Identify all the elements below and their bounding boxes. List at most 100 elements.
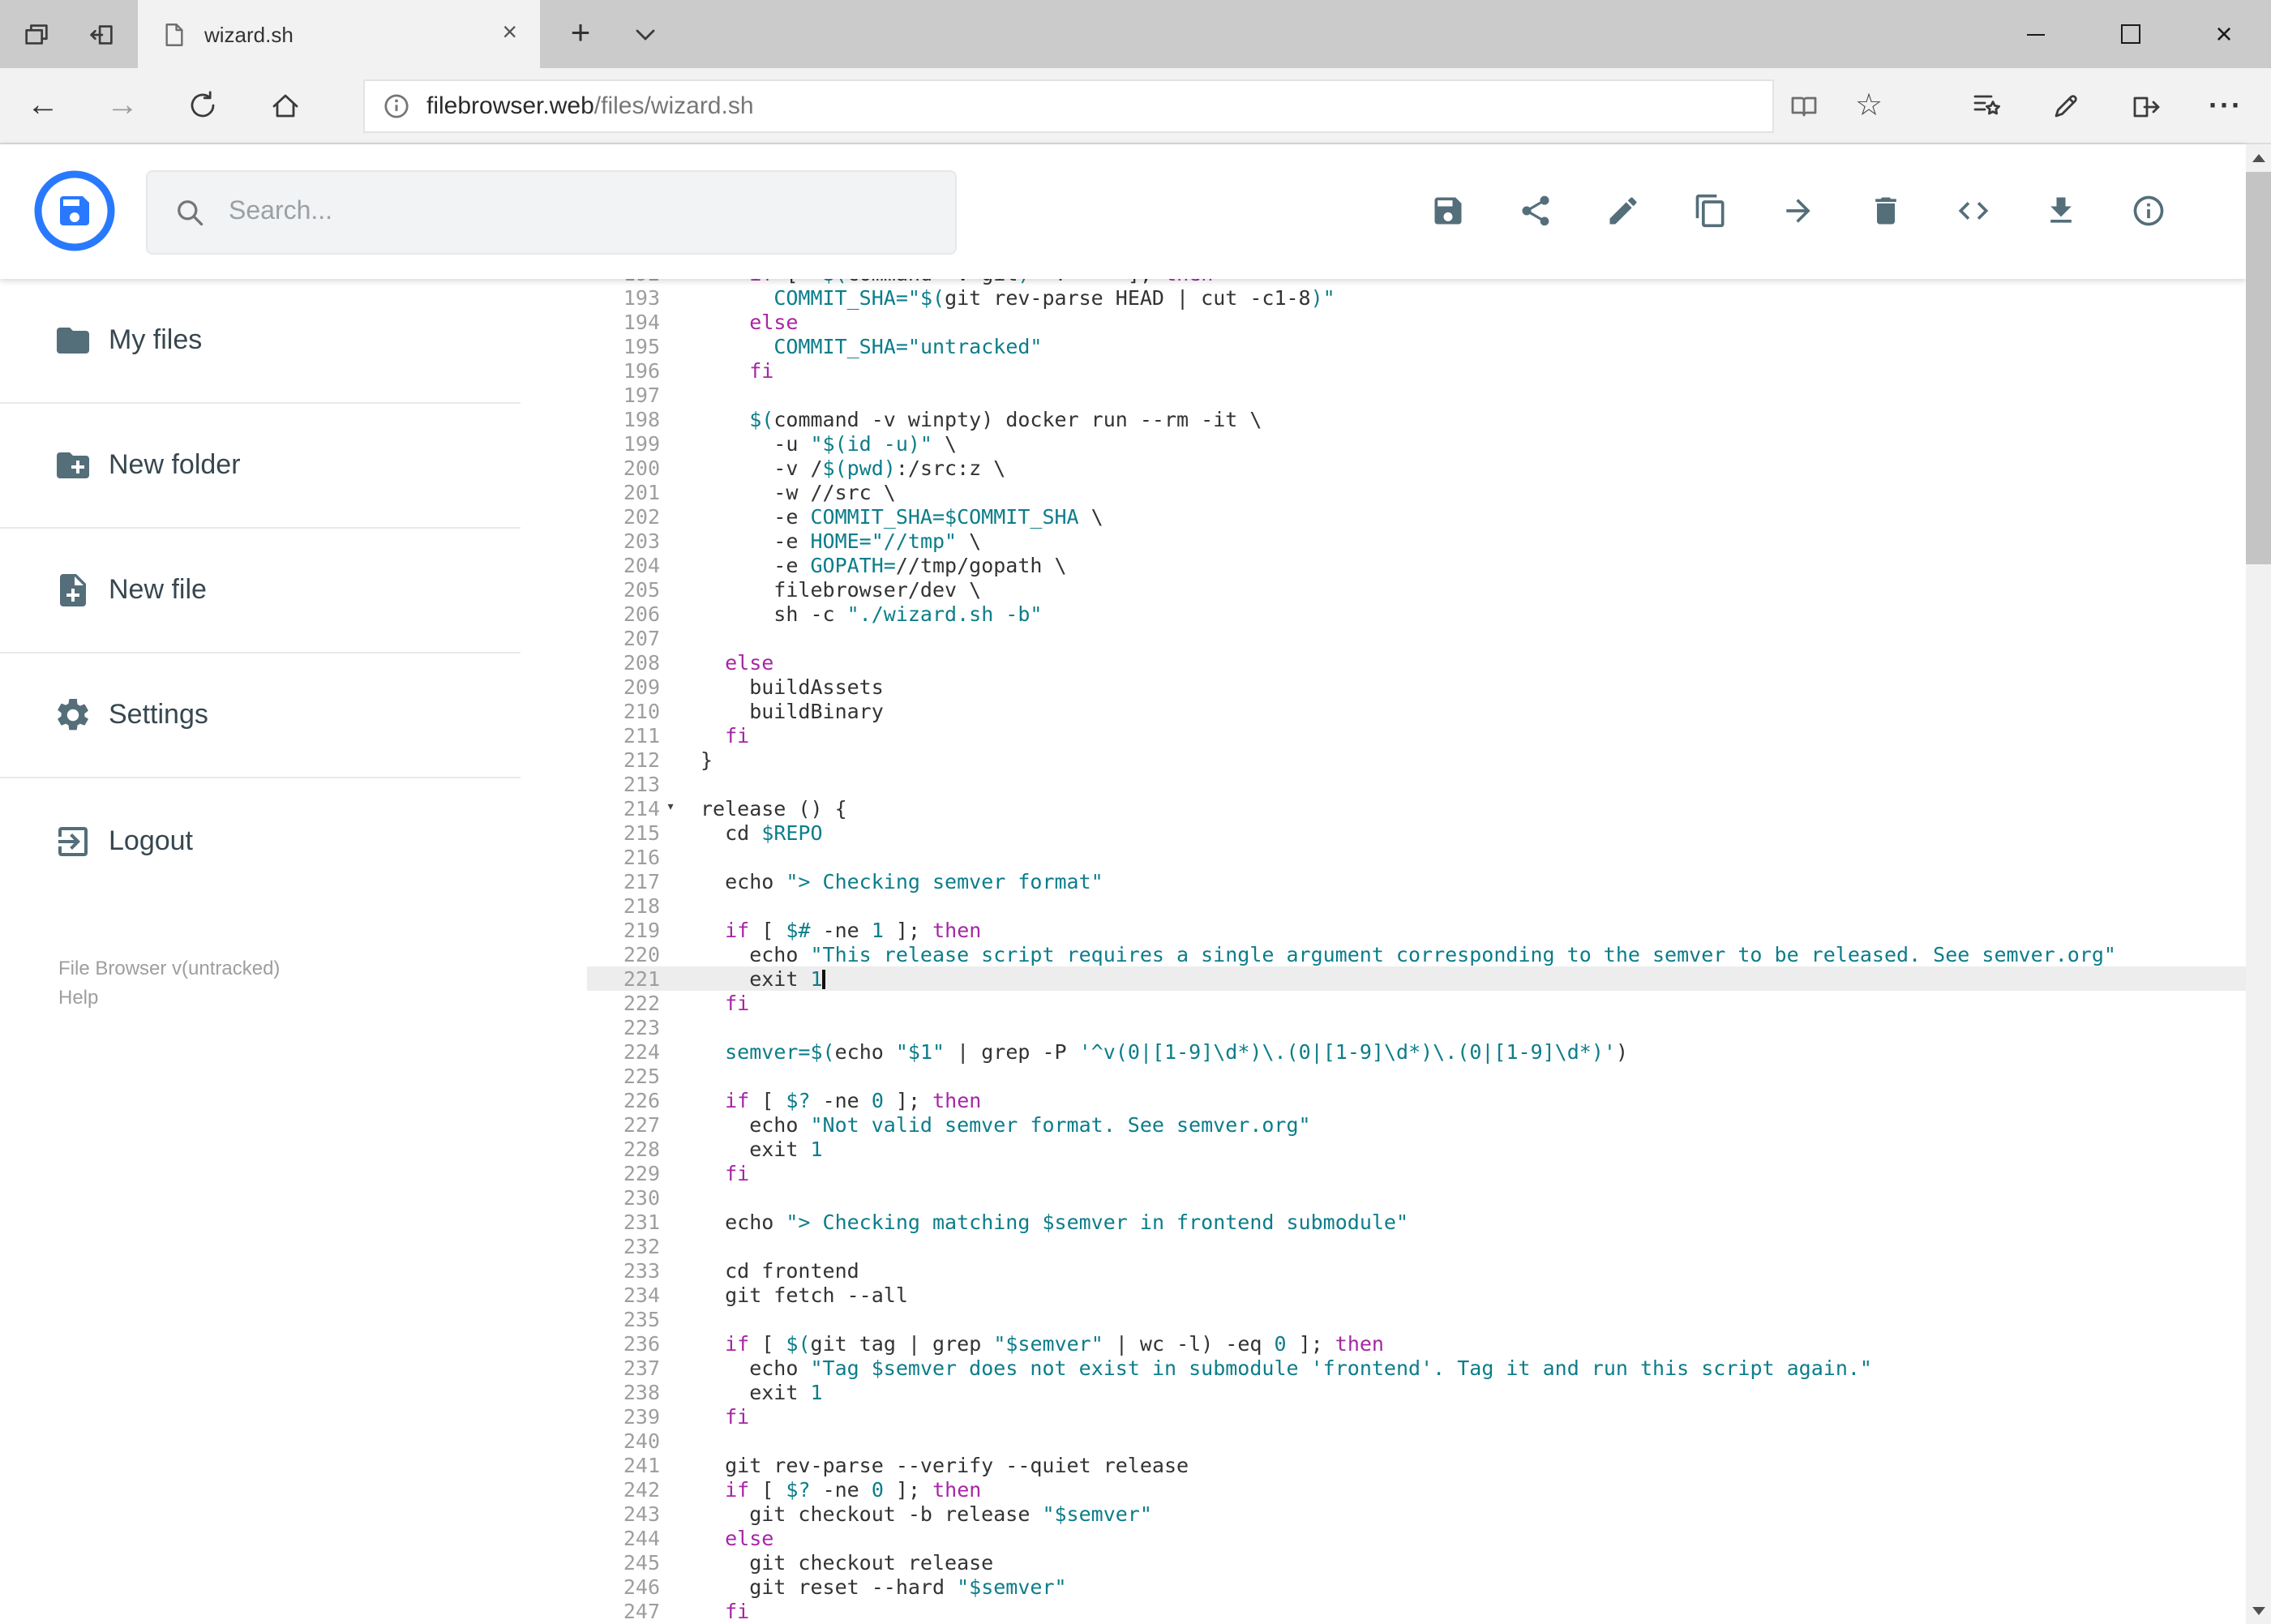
code-line-206[interactable]: 206 sh -c "./wizard.sh -b"	[587, 602, 2245, 626]
code-line-246[interactable]: 246 git reset --hard "$semver"	[587, 1575, 2245, 1599]
code-line-238[interactable]: 238 exit 1	[587, 1380, 2245, 1404]
browser-tab[interactable]: wizard.sh ×	[138, 0, 540, 68]
scroll-up-button[interactable]	[2245, 144, 2271, 172]
code-line-228[interactable]: 228 exit 1	[587, 1137, 2245, 1161]
code-line-212[interactable]: 212}	[587, 748, 2245, 772]
tabs-set-aside-button[interactable]	[6, 0, 65, 68]
code-line-218[interactable]: 218	[587, 893, 2245, 918]
code-line-242[interactable]: 242 if [ $? -ne 0 ]; then	[587, 1477, 2245, 1502]
search-input[interactable]: Search...	[146, 170, 957, 255]
code-line-196[interactable]: 196 fi	[587, 358, 2245, 383]
code-line-243[interactable]: 243 git checkout -b release "$semver"	[587, 1502, 2245, 1526]
code-line-213[interactable]: 213	[587, 772, 2245, 796]
filebrowser-logo[interactable]	[32, 169, 117, 253]
code-line-217[interactable]: 217 echo "> Checking semver format"	[587, 869, 2245, 893]
copy-button[interactable]	[1666, 165, 1754, 256]
home-button[interactable]	[246, 68, 323, 143]
help-link[interactable]: Help	[58, 983, 280, 1012]
code-line-231[interactable]: 231 echo "> Checking matching $semver in…	[587, 1210, 2245, 1234]
code-line-223[interactable]: 223	[587, 1015, 2245, 1039]
back-button[interactable]: ←	[5, 68, 81, 143]
sidebar-item-settings[interactable]: Settings	[0, 653, 521, 778]
code-line-215[interactable]: 215 cd $REPO	[587, 821, 2245, 845]
more-options-button[interactable]: ···	[2187, 68, 2264, 143]
code-line-204[interactable]: 204 -e GOPATH=//tmp/gopath \	[587, 553, 2245, 577]
close-window-button[interactable]: ×	[2177, 0, 2271, 68]
code-line-229[interactable]: 229 fi	[587, 1161, 2245, 1185]
code-line-193[interactable]: 193 COMMIT_SHA="$(git rev-parse HEAD | c…	[587, 285, 2245, 310]
code-view-button[interactable]	[1929, 165, 2016, 256]
code-line-222[interactable]: 222 fi	[587, 991, 2245, 1015]
code-line-219[interactable]: 219 if [ $# -ne 1 ]; then	[587, 918, 2245, 942]
code-line-226[interactable]: 226 if [ $? -ne 0 ]; then	[587, 1088, 2245, 1112]
download-button[interactable]	[2016, 165, 2104, 256]
minimize-button[interactable]	[1989, 0, 2083, 68]
code-line-200[interactable]: 200 -v /$(pwd):/src:z \	[587, 456, 2245, 480]
maximize-button[interactable]	[2083, 0, 2177, 68]
code-line-227[interactable]: 227 echo "Not valid semver format. See s…	[587, 1112, 2245, 1137]
sidebar-item-my-files[interactable]: My files	[0, 279, 521, 404]
code-line-236[interactable]: 236 if [ $(git tag | grep "$semver" | wc…	[587, 1331, 2245, 1356]
code-line-233[interactable]: 233 cd frontend	[587, 1258, 2245, 1283]
code-line-199[interactable]: 199 -u "$(id -u)" \	[587, 431, 2245, 456]
code-line-210[interactable]: 210 buildBinary	[587, 699, 2245, 723]
code-line-237[interactable]: 237 echo "Tag $semver does not exist in …	[587, 1356, 2245, 1380]
code-line-235[interactable]: 235	[587, 1307, 2245, 1331]
code-line-225[interactable]: 225	[587, 1064, 2245, 1088]
code-line-239[interactable]: 239 fi	[587, 1404, 2245, 1429]
sidebar-item-logout[interactable]: Logout	[0, 778, 521, 903]
code-line-224[interactable]: 224 semver=$(echo "$1" | grep -P '^v(0|[…	[587, 1039, 2245, 1064]
code-line-247[interactable]: 247 fi	[587, 1599, 2245, 1623]
code-line-240[interactable]: 240	[587, 1429, 2245, 1453]
code-line-201[interactable]: 201 -w //src \	[587, 480, 2245, 504]
share-page-button[interactable]	[2106, 68, 2183, 143]
scroll-down-button[interactable]	[2245, 1596, 2271, 1624]
page-info-button[interactable]	[383, 92, 410, 120]
code-line-195[interactable]: 195 COMMIT_SHA="untracked"	[587, 334, 2245, 358]
save-button[interactable]	[1403, 165, 1491, 256]
hub-button[interactable]	[1947, 68, 2024, 143]
code-line-216[interactable]: 216	[587, 845, 2245, 869]
favorite-star-button[interactable]: ☆	[1831, 68, 1907, 143]
close-tab-button[interactable]: ×	[495, 18, 524, 50]
code-line-192[interactable]: 192 if [ "$(command -v git)" != "" ]; th…	[587, 279, 2245, 285]
web-note-button[interactable]	[2027, 68, 2103, 143]
info-button[interactable]	[2104, 165, 2192, 256]
forward-button[interactable]: →	[84, 68, 161, 143]
code-line-234[interactable]: 234 git fetch --all	[587, 1283, 2245, 1307]
share-button[interactable]	[1491, 165, 1579, 256]
code-line-245[interactable]: 245 git checkout release	[587, 1550, 2245, 1575]
code-editor[interactable]: 192 if [ "$(command -v git)" != "" ]; th…	[587, 279, 2245, 1624]
fold-marker-icon[interactable]: ▾	[660, 796, 681, 821]
code-line-214[interactable]: 214 ▾ release () {	[587, 796, 2245, 821]
code-line-244[interactable]: 244 else	[587, 1526, 2245, 1550]
set-tabs-aside-button[interactable]	[71, 0, 130, 68]
code-line-194[interactable]: 194 else	[587, 310, 2245, 334]
code-line-220[interactable]: 220 echo "This release script requires a…	[587, 942, 2245, 966]
code-line-202[interactable]: 202 -e COMMIT_SHA=$COMMIT_SHA \	[587, 504, 2245, 529]
code-line-198[interactable]: 198 $(command -v winpty) docker run --rm…	[587, 407, 2245, 431]
code-line-207[interactable]: 207	[587, 626, 2245, 650]
move-button[interactable]	[1754, 165, 1841, 256]
delete-button[interactable]	[1841, 165, 1929, 256]
code-line-205[interactable]: 205 filebrowser/dev \	[587, 577, 2245, 602]
code-line-230[interactable]: 230	[587, 1185, 2245, 1210]
refresh-button[interactable]	[164, 68, 240, 143]
code-line-232[interactable]: 232	[587, 1234, 2245, 1258]
page-scrollbar[interactable]	[2245, 144, 2271, 1624]
new-tab-button[interactable]: +	[553, 0, 608, 68]
code-line-241[interactable]: 241 git rev-parse --verify --quiet relea…	[587, 1453, 2245, 1477]
url-text[interactable]: filebrowser.web/files/wizard.sh	[426, 92, 754, 120]
code-line-208[interactable]: 208 else	[587, 650, 2245, 675]
code-line-203[interactable]: 203 -e HOME="//tmp" \	[587, 529, 2245, 553]
code-line-211[interactable]: 211 fi	[587, 723, 2245, 748]
tab-previews-chevron-button[interactable]	[618, 0, 673, 68]
edit-button[interactable]	[1579, 165, 1666, 256]
sidebar-item-new-file[interactable]: New file	[0, 529, 521, 653]
scrollbar-thumb[interactable]	[2245, 172, 2271, 564]
code-line-209[interactable]: 209 buildAssets	[587, 675, 2245, 699]
reading-view-button[interactable]	[1764, 68, 1840, 143]
sidebar-item-new-folder[interactable]: New folder	[0, 404, 521, 529]
code-line-221[interactable]: 221 exit 1	[587, 966, 2245, 991]
url-bar[interactable]: filebrowser.web/files/wizard.sh	[363, 79, 1774, 133]
